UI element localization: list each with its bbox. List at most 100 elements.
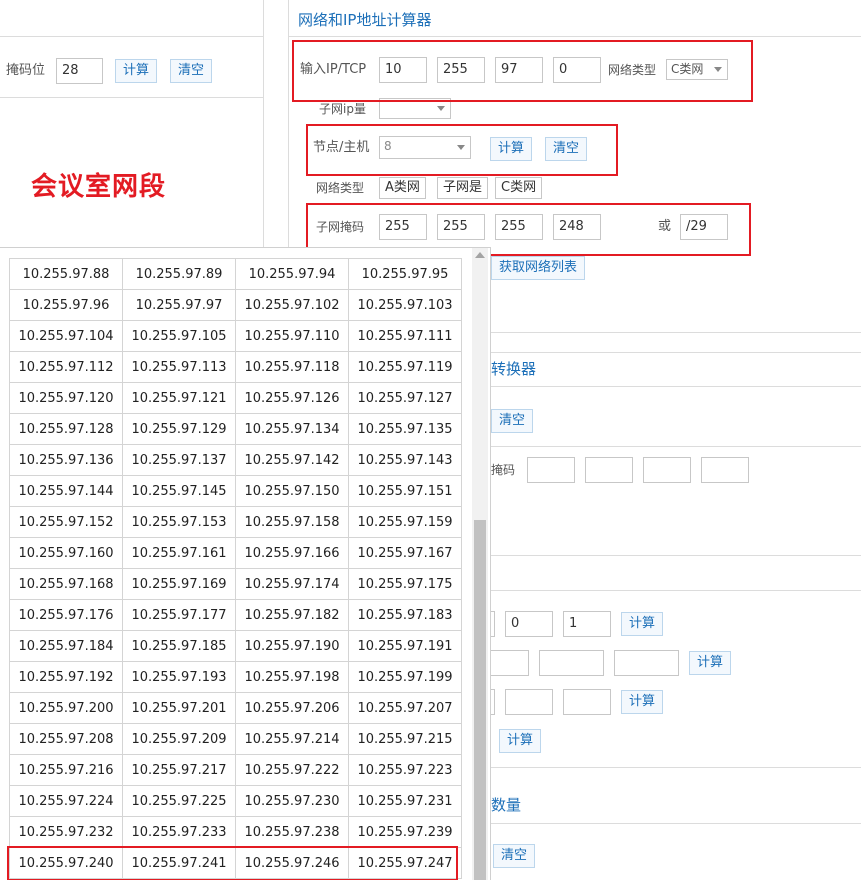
section3-field-b-input[interactable]: 1 [563,611,611,637]
section3-row2-input-2[interactable] [614,650,679,676]
ip-cell: 10.255.97.168 [9,568,123,600]
table-row: 10.255.97.232 10.255.97.233 10.255.97.238 1… [9,816,462,848]
ip-cell: 10.255.97.161 [122,537,236,569]
ip-cell: 10.255.97.144 [9,475,123,507]
ip-cell: 10.255.97.232 [9,816,123,848]
ip-cell: 10.255.97.135 [348,413,462,445]
table-row: 10.255.97.168 10.255.97.169 10.255.97.174 1… [9,568,462,600]
left-clear-button[interactable]: 清空 [170,59,213,83]
highlight-ip-input [292,40,753,102]
ip-cell: 10.255.97.176 [9,599,123,631]
section3-calc-button-2[interactable]: 计算 [689,651,732,675]
ip-cell: 10.255.97.134 [235,413,349,445]
table-row: 10.255.97.120 10.255.97.121 10.255.97.126 1… [9,382,462,414]
mask-bits-input[interactable]: 28 [56,58,103,84]
table-row: 10.255.97.112 10.255.97.113 10.255.97.118 1… [9,351,462,383]
ip-cell: 10.255.97.166 [235,537,349,569]
calculator-title: 网络和IP地址计算器 [298,11,432,29]
ip-cell: 10.255.97.217 [122,754,236,786]
left-panel-top-border [0,36,263,37]
section3-calc-button-4[interactable]: 计算 [499,729,542,753]
right-panel-border [288,0,289,260]
ip-cell: 10.255.97.129 [122,413,236,445]
network-list-table: 10.255.97.88 10.255.97.89 10.255.97.94 10.2… [9,258,462,879]
ip-cell: 10.255.97.214 [235,723,349,755]
ip-cell: 10.255.97.207 [348,692,462,724]
annotation-meeting-room-segment: 会议室网段 [31,172,167,202]
ip-cell: 10.255.97.104 [9,320,123,352]
ip-cell: 10.255.97.102 [235,289,349,321]
converter-mask-4-input[interactable] [701,457,749,483]
ip-cell: 10.255.97.224 [9,785,123,817]
class-c-result: C类网 [495,177,543,199]
ip-cell: 10.255.97.230 [235,785,349,817]
ip-cell: 10.255.97.151 [348,475,462,507]
converter-divider-top [491,332,861,333]
ip-cell: 10.255.97.208 [9,723,123,755]
converter-clear-button[interactable]: 清空 [491,409,534,433]
ip-cell: 10.255.97.223 [348,754,462,786]
ip-cell: 10.255.97.174 [235,568,349,600]
table-row: 10.255.97.184 10.255.97.185 10.255.97.190 1… [9,630,462,662]
ip-cell: 10.255.97.209 [122,723,236,755]
get-network-list-button[interactable]: 获取网络列表 [491,256,586,280]
scroll-up-icon[interactable] [475,252,485,258]
ip-cell: 10.255.97.120 [9,382,123,414]
table-row: 10.255.97.160 10.255.97.161 10.255.97.166 1… [9,537,462,569]
converter-mask-1-input[interactable] [527,457,575,483]
scrollbar[interactable] [472,248,488,880]
ip-cell: 10.255.97.136 [9,444,123,476]
section3-calc-button-3[interactable]: 计算 [621,690,664,714]
table-row: 10.255.97.176 10.255.97.177 10.255.97.182 1… [9,599,462,631]
converter-mask-3-input[interactable] [643,457,691,483]
section3-row3-input-2[interactable] [563,689,611,715]
ip-cell: 10.255.97.216 [9,754,123,786]
converter-mask-label: 掩码 [491,463,516,477]
network-list-popup: 10.255.97.88 10.255.97.89 10.255.97.94 10.2… [0,247,491,880]
left-calc-button[interactable]: 计算 [115,59,158,83]
table-row: 10.255.97.88 10.255.97.89 10.255.97.94 10.2… [9,258,462,290]
table-row: 10.255.97.128 10.255.97.129 10.255.97.134 1… [9,413,462,445]
table-row: 10.255.97.192 10.255.97.193 10.255.97.198 1… [9,661,462,693]
table-row: 10.255.97.144 10.255.97.145 10.255.97.150 1… [9,475,462,507]
ip-cell: 10.255.97.199 [348,661,462,693]
section3-calc-button-1[interactable]: 计算 [621,612,664,636]
ip-cell: 10.255.97.88 [9,258,123,290]
converter-mask-2-input[interactable] [585,457,633,483]
ip-cell: 10.255.97.89 [122,258,236,290]
section4-header-top [491,767,861,768]
scrollbar-thumb[interactable] [474,520,486,880]
table-row: 10.255.97.96 10.255.97.97 10.255.97.102 10.… [9,289,462,321]
table-row: 10.255.97.152 10.255.97.153 10.255.97.158 1… [9,506,462,538]
section3-row2-input-1[interactable] [539,650,604,676]
table-row: 10.255.97.208 10.255.97.209 10.255.97.214 1… [9,723,462,755]
ip-cell: 10.255.97.191 [348,630,462,662]
table-row: 10.255.97.216 10.255.97.217 10.255.97.222 1… [9,754,462,786]
converter-title: 转换器 [491,360,537,378]
ip-cell: 10.255.97.127 [348,382,462,414]
section4-clear-button[interactable]: 清空 [493,844,536,868]
ip-cell: 10.255.97.201 [122,692,236,724]
section3-field-a-input[interactable]: 0 [505,611,553,637]
ip-cell: 10.255.97.145 [122,475,236,507]
ip-cell: 10.255.97.233 [122,816,236,848]
ip-cell: 10.255.97.175 [348,568,462,600]
left-panel-divider [263,0,264,250]
ip-cell: 10.255.97.192 [9,661,123,693]
ip-cell: 10.255.97.200 [9,692,123,724]
left-panel-border [0,97,263,98]
ip-cell: 10.255.97.103 [348,289,462,321]
ip-cell: 10.255.97.118 [235,351,349,383]
ip-cell: 10.255.97.185 [122,630,236,662]
chevron-down-icon [437,106,445,111]
ip-cell: 10.255.97.225 [122,785,236,817]
section3-divider [491,590,861,591]
ip-cell: 10.255.97.190 [235,630,349,662]
subnet-ip-count-label: 子网ip量 [319,102,366,116]
ip-cell: 10.255.97.126 [235,382,349,414]
section3-row3-input-1[interactable] [505,689,553,715]
mask-bits-label: 掩码位 [6,63,46,78]
highlight-node-host [306,124,618,176]
ip-cell: 10.255.97.97 [122,289,236,321]
ip-cell: 10.255.97.206 [235,692,349,724]
